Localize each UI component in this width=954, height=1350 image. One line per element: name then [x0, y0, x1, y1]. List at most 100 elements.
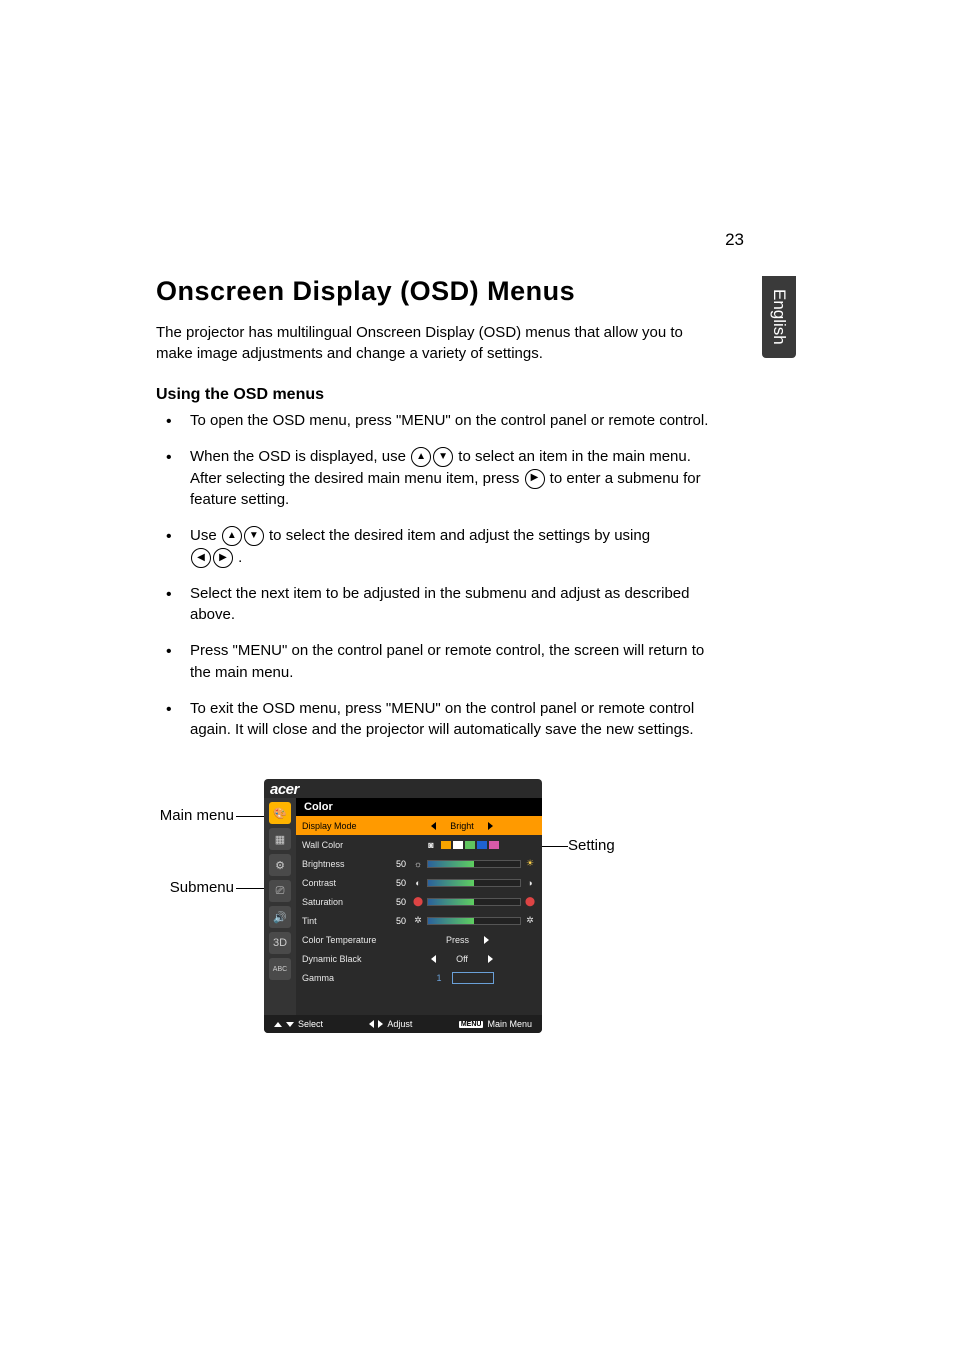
text: . [238, 549, 242, 566]
sidebar-item-color[interactable]: 🎨 [269, 802, 291, 824]
row-wall-color[interactable]: Wall Color ◙ [296, 835, 542, 854]
spacer [296, 987, 542, 1015]
row-gamma[interactable]: Gamma 1 [296, 968, 542, 987]
left-arrow-icon[interactable] [431, 822, 436, 830]
color-swatch [489, 841, 499, 849]
osd-body: 🎨 ▦ ⚙ ⎚ 🔊 3D ABC Color Display Mode [264, 798, 542, 1015]
color-swatch [477, 841, 487, 849]
color-swatches [441, 841, 499, 849]
row-label: Brightness [302, 859, 388, 869]
color-swatch [465, 841, 475, 849]
language-tab: English [762, 276, 796, 358]
row-contrast[interactable]: Contrast 50 ◐ ◑ [296, 873, 542, 892]
row-brightness[interactable]: Brightness 50 ☼ ☀ [296, 854, 542, 873]
tint-high-icon: ✲ [524, 915, 536, 926]
sidebar-item-3d[interactable]: 3D [269, 932, 291, 954]
row-dynamic-black[interactable]: Dynamic Black Off [296, 949, 542, 968]
left-arrow-icon: ◀ [191, 548, 211, 568]
row-value: 50 [388, 859, 406, 869]
row-label: Display Mode [302, 821, 388, 831]
footer-select: Select [274, 1019, 323, 1029]
footer-text: Adjust [387, 1019, 412, 1029]
footer-menu: MENU Main Menu [459, 1019, 532, 1029]
slider[interactable] [427, 860, 521, 868]
row-value: 50 [388, 916, 406, 926]
footer-text: Select [298, 1019, 323, 1029]
callout-submenu: Submenu [148, 879, 234, 896]
row-value: 50 [388, 878, 406, 888]
bullet-item: Press "MENU" on the control panel or rem… [156, 640, 716, 684]
row-label: Color Temperature [302, 935, 388, 945]
slider[interactable] [427, 898, 521, 906]
bullet-list: To open the OSD menu, press "MENU" on th… [156, 410, 716, 741]
sidebar-item-audio[interactable]: 🔊 [269, 906, 291, 928]
up-arrow-icon [274, 1022, 282, 1027]
sidebar-item-language[interactable]: ABC [269, 958, 291, 980]
row-saturation[interactable]: Saturation 50 ⬤ ⬤ [296, 892, 542, 911]
text: When the OSD is displayed, use [190, 448, 410, 465]
left-arrow-icon[interactable] [431, 955, 436, 963]
sidebar-item-image[interactable]: ▦ [269, 828, 291, 850]
osd-panel: Color Display Mode Bright Wall Color [296, 798, 542, 1015]
row-value: Bright [440, 821, 484, 831]
color-swatch [453, 841, 463, 849]
text: Use [190, 527, 221, 544]
right-arrow-icon: ▶ [213, 548, 233, 568]
color-swatch [441, 841, 451, 849]
osd-sidebar: 🎨 ▦ ⚙ ⎚ 🔊 3D ABC [264, 798, 296, 1015]
brand-logo: acer [264, 779, 542, 798]
osd-window: acer 🎨 ▦ ⚙ ⎚ 🔊 3D ABC Color Di [264, 779, 542, 1033]
slider[interactable] [427, 917, 521, 925]
sidebar-item-management[interactable]: ⎚ [269, 880, 291, 902]
gamma-box [452, 972, 494, 984]
up-arrow-icon: ▲ [222, 526, 242, 546]
right-arrow-icon[interactable] [484, 936, 489, 944]
leader-line [538, 846, 568, 847]
right-arrow-icon[interactable] [488, 822, 493, 830]
row-value: 50 [388, 897, 406, 907]
left-arrow-icon [369, 1020, 374, 1028]
osd-diagram: Main menu Submenu Setting acer 🎨 ▦ ⚙ ⎚ 🔊… [156, 779, 716, 1079]
row-value: Off [440, 954, 484, 964]
panel-title: Color [296, 798, 542, 816]
callout-setting: Setting [568, 837, 615, 854]
contrast-low-icon: ◐ [412, 878, 424, 888]
leader-line [236, 888, 266, 889]
brightness-high-icon: ☀ [524, 858, 536, 869]
up-arrow-icon: ▲ [411, 447, 431, 467]
slider[interactable] [427, 879, 521, 887]
leader-line [236, 816, 266, 817]
page: 23 English Onscreen Display (OSD) Menus … [0, 0, 954, 1139]
brightness-low-icon: ☼ [412, 859, 424, 869]
bullet-item: Use ▲▼ to select the desired item and ad… [156, 525, 716, 569]
down-arrow-icon: ▼ [433, 447, 453, 467]
row-label: Tint [302, 916, 388, 926]
row-display-mode[interactable]: Display Mode Bright [296, 816, 542, 835]
row-value: Press [436, 935, 480, 945]
bullet-item: To exit the OSD menu, press "MENU" on th… [156, 698, 716, 742]
sidebar-item-setting[interactable]: ⚙ [269, 854, 291, 876]
saturation-high-icon: ⬤ [524, 896, 536, 907]
row-label: Dynamic Black [302, 954, 388, 964]
footer-adjust: Adjust [369, 1019, 412, 1029]
down-arrow-icon [286, 1022, 294, 1027]
row-label: Gamma [302, 973, 388, 983]
text: to select the desired item and adjust th… [269, 527, 650, 544]
row-tint[interactable]: Tint 50 ✲ ✲ [296, 911, 542, 930]
right-arrow-icon: ▶ [525, 469, 545, 489]
bullet-item: To open the OSD menu, press "MENU" on th… [156, 410, 716, 432]
right-arrow-icon[interactable] [488, 955, 493, 963]
osd-footer: Select Adjust MENU Main Menu [264, 1015, 542, 1033]
row-label: Wall Color [302, 840, 388, 850]
bullet-item: When the OSD is displayed, use ▲▼ to sel… [156, 446, 716, 511]
menu-key-icon: MENU [459, 1021, 484, 1028]
section-heading: Using the OSD menus [156, 386, 716, 404]
row-label: Contrast [302, 878, 388, 888]
row-value: 1 [430, 973, 448, 983]
right-arrow-icon [378, 1020, 383, 1028]
footer-text: Main Menu [487, 1019, 532, 1029]
page-number: 23 [725, 230, 744, 250]
camera-icon: ◙ [425, 840, 437, 850]
row-label: Saturation [302, 897, 388, 907]
row-color-temperature[interactable]: Color Temperature Press [296, 930, 542, 949]
